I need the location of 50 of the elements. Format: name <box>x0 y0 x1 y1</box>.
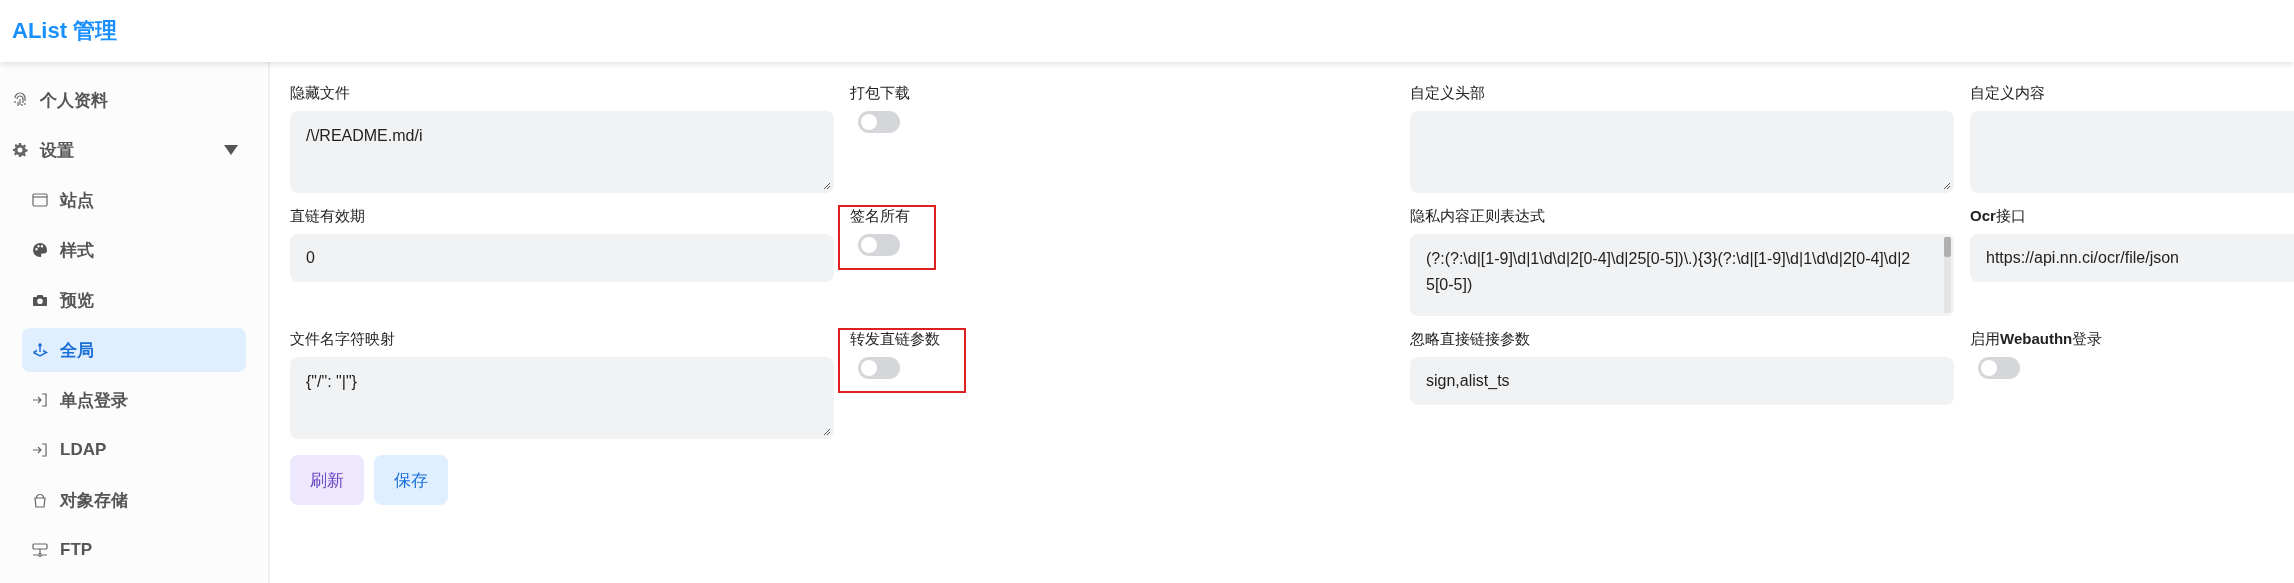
bucket-icon <box>32 492 48 508</box>
field-label: 隐私内容正则表达式 <box>1410 207 1546 226</box>
caret-icon[interactable] <box>224 145 238 155</box>
field-label: 文件名字符映射 <box>290 330 396 349</box>
field-label: 签名所有 <box>850 207 910 226</box>
sidebar-item[interactable]: 单点登录 <box>22 378 246 422</box>
joystick-icon <box>32 342 48 358</box>
field-label: 隐藏文件 <box>290 84 351 103</box>
camera-icon <box>32 292 48 308</box>
sidebar-item[interactable]: LDAP <box>22 428 246 472</box>
sidebar-item[interactable]: 预览 <box>22 278 246 322</box>
field-label: Ocr接口 <box>1970 207 2027 226</box>
input-field[interactable]: sign,alist_ts <box>1410 357 1954 405</box>
window-icon <box>32 192 48 208</box>
toggle-switch[interactable] <box>858 111 900 133</box>
sidebar-item[interactable]: 对象存储 <box>22 478 246 522</box>
sidebar-item[interactable]: 全局 <box>22 328 246 372</box>
field-label: 打包下载 <box>850 84 911 103</box>
server-icon <box>32 542 48 558</box>
field-label: 自定义内容 <box>1970 84 2046 103</box>
toggle-switch[interactable] <box>1978 357 2020 379</box>
save-button[interactable]: 保存 <box>374 455 448 505</box>
resize-handle-icon[interactable] <box>1943 182 1951 190</box>
scrollbar[interactable] <box>1944 237 1951 313</box>
toggle-switch[interactable] <box>858 234 900 256</box>
sidebar-item[interactable]: 样式 <box>22 228 246 272</box>
toggle-switch[interactable] <box>858 357 900 379</box>
resize-handle-icon[interactable] <box>823 182 831 190</box>
input-field[interactable]: 0 <box>290 234 834 282</box>
field-label: 直链有效期 <box>290 207 366 226</box>
fingerprint-icon <box>12 92 28 108</box>
field-label: 转发直链参数 <box>850 330 940 349</box>
field-label: 忽略直接链接参数 <box>1410 330 1531 349</box>
sidebar-item[interactable]: 个人资料 <box>12 78 246 122</box>
field-label: 自定义头部 <box>1410 84 1486 103</box>
sidebar-item[interactable]: 设置 <box>12 128 246 172</box>
login-icon <box>32 392 48 408</box>
sidebar-item[interactable]: FTP <box>22 528 246 572</box>
gear-icon <box>12 142 28 158</box>
sidebar-item[interactable]: 站点 <box>22 178 246 222</box>
login-icon <box>32 442 48 458</box>
input-field[interactable]: https://api.nn.ci/ocr/file/json <box>1970 234 2294 282</box>
field-label: 启用Webauthn登录 <box>1970 330 2104 349</box>
palette-icon <box>32 242 48 258</box>
resize-handle-icon[interactable] <box>823 428 831 436</box>
text-area[interactable]: /\/README.md/i <box>290 111 834 193</box>
app-title: AList 管理 <box>12 17 118 45</box>
text-area[interactable]: (?:(?:\d|[1-9]\d|1\d\d|2[0-4]\d|25[0-5])\.){3}(?:\d|[1-9]\d|1\d\d|2[0-4]\d|25[0-5]) <box>1410 234 1954 316</box>
refresh-button[interactable]: 刷新 <box>290 455 364 505</box>
text-area[interactable]: {"/": "|"} <box>290 357 834 439</box>
